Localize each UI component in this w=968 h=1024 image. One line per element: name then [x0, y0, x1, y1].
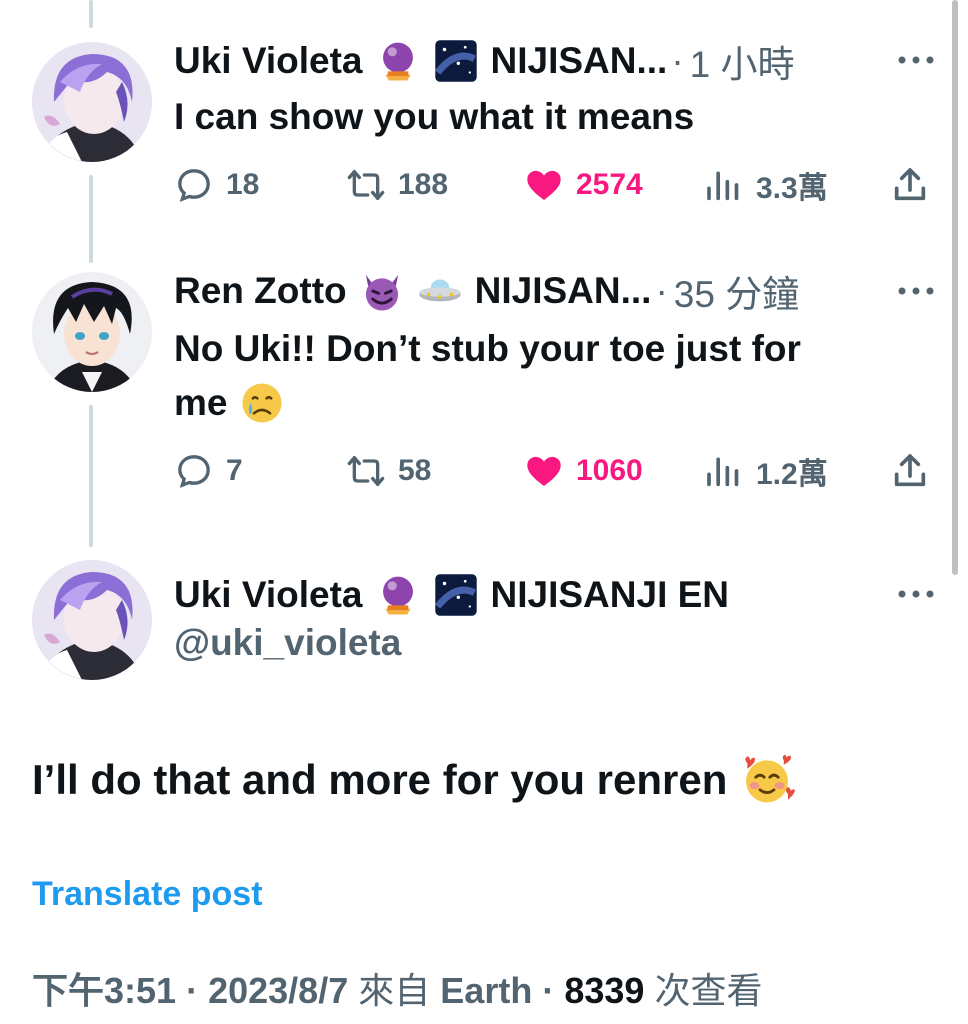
more-dots-icon	[898, 590, 934, 598]
smiling-face-with-hearts-icon	[739, 752, 796, 808]
display-name[interactable]: Uki Violeta	[174, 574, 363, 616]
separator-dot: ·	[671, 40, 684, 81]
post-source: Earth	[440, 970, 533, 1011]
milky-way-icon	[433, 572, 479, 618]
ufo-icon	[417, 268, 463, 314]
reply-2-header: Ren Zotto NIJISAN... · 35 分鐘	[174, 266, 799, 316]
heart-filled-icon	[527, 456, 561, 486]
like-button[interactable]: 2574	[524, 160, 643, 210]
repost-count: 188	[398, 168, 449, 201]
main-post-header: Uki Violeta NIJISANJI EN	[174, 570, 729, 620]
views-chart-icon	[707, 171, 739, 201]
crying-face-icon	[239, 380, 285, 426]
avatar[interactable]	[32, 42, 152, 162]
more-options-button[interactable]	[896, 584, 936, 604]
display-name[interactable]: Uki Violeta	[174, 40, 363, 82]
like-button[interactable]: 1060	[524, 446, 643, 496]
reply-button[interactable]: 7	[174, 446, 243, 496]
avatar-uki-image	[32, 42, 152, 162]
post-date[interactable]: 2023/8/7	[208, 970, 348, 1011]
views-label: 次查看	[654, 970, 763, 1011]
reply-count: 18	[226, 168, 260, 201]
smiling-devil-icon	[359, 268, 405, 314]
heart-filled-icon	[527, 170, 561, 200]
repost-count: 58	[398, 454, 432, 487]
avatar[interactable]	[32, 560, 152, 680]
reply-2-actions: 7 58 1060 1.2萬	[174, 446, 934, 496]
views-count: 8339	[564, 970, 645, 1011]
share-icon	[894, 168, 926, 201]
reply-2-text-line-2-wrap: me	[174, 376, 801, 430]
views-chart-icon	[707, 457, 739, 487]
thread-line-1	[89, 175, 93, 263]
more-dots-icon	[898, 287, 934, 295]
translate-post-link[interactable]: Translate post	[32, 875, 263, 914]
more-options-button[interactable]	[896, 281, 936, 301]
views-count: 1.2萬	[756, 458, 828, 491]
avatar-uki-image	[32, 560, 152, 680]
reply-1-actions: 18 188 2574 3.3萬	[174, 160, 934, 210]
affiliation-label: NIJISAN...	[490, 40, 668, 81]
like-count: 1060	[576, 454, 643, 487]
main-post-text-content: I’ll do that and more for you renren	[32, 756, 728, 803]
reply-count: 7	[226, 454, 243, 487]
post-time[interactable]: 35 分鐘	[674, 264, 799, 318]
separator-dot: ·	[655, 270, 668, 311]
post-time[interactable]: 1 小時	[690, 34, 795, 88]
share-icon	[894, 454, 926, 487]
display-name[interactable]: Ren Zotto	[174, 270, 347, 312]
affiliation-label: NIJISANJI EN	[490, 574, 730, 615]
user-handle[interactable]: @uki_violeta	[174, 622, 401, 664]
crystal-ball-icon	[375, 572, 421, 618]
share-button[interactable]	[890, 446, 942, 496]
separator-dot: ·	[186, 970, 199, 1011]
avatar-ren-image	[32, 272, 152, 392]
repost-button[interactable]: 188	[346, 160, 448, 210]
reply-icon	[178, 455, 210, 488]
reply-1-text: I can show you what it means	[174, 96, 695, 137]
views-button[interactable]: 3.3萬	[704, 160, 828, 210]
reply-button[interactable]: 18	[174, 160, 259, 210]
milky-way-icon	[433, 38, 479, 84]
thread-line-top	[89, 0, 93, 28]
views-count: 3.3萬	[756, 172, 828, 205]
repost-icon	[347, 170, 385, 200]
repost-button[interactable]: 58	[346, 446, 431, 496]
source-prefix: 來自	[358, 970, 431, 1011]
post-meta: 下午3:51 · 2023/8/7 來自 Earth · 8339 次查看	[32, 962, 762, 1014]
reply-2-text-line-1: No Uki!! Don’t stub your toe just for	[174, 328, 801, 369]
reply-2-text: No Uki!! Don’t stub your toe just for me	[174, 322, 801, 430]
more-dots-icon	[898, 56, 934, 64]
like-count: 2574	[576, 168, 643, 201]
avatar[interactable]	[32, 272, 152, 392]
crystal-ball-icon	[375, 38, 421, 84]
reply-2-text-line-2: me	[174, 382, 228, 423]
repost-icon	[347, 456, 385, 486]
post-time[interactable]: 下午3:51	[32, 970, 176, 1011]
more-options-button[interactable]	[896, 50, 936, 70]
affiliation-label: NIJISAN...	[474, 270, 652, 311]
reply-icon	[178, 169, 210, 202]
views-button[interactable]: 1.2萬	[704, 446, 828, 496]
thread-line-2	[89, 405, 93, 547]
main-post-text: I’ll do that and more for you renren	[32, 752, 796, 808]
separator-dot: ·	[542, 970, 555, 1011]
reply-1-header: Uki Violeta NIJISAN... · 1 小時	[174, 36, 795, 86]
scrollbar[interactable]	[952, 0, 958, 575]
share-button[interactable]	[890, 160, 942, 210]
